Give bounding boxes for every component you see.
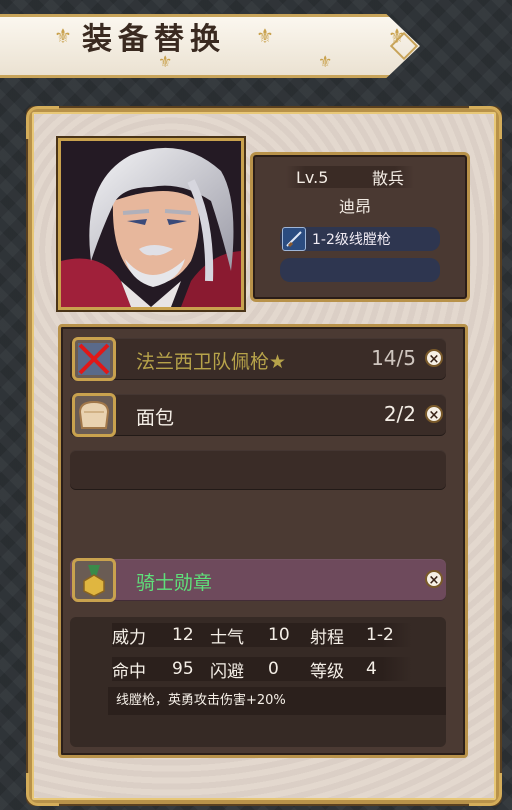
equipment-slot-1[interactable]: 法兰西卫队佩枪★ 14/5 ×: [70, 337, 446, 381]
unit-name: 迪昂: [338, 197, 371, 216]
remove-button[interactable]: ×: [425, 405, 443, 423]
stat-label-accuracy: 命中: [112, 661, 146, 682]
stat-value-grade: 4: [366, 659, 377, 679]
accessory-name: 骑士勋章: [136, 572, 213, 594]
bread-icon: [72, 393, 116, 437]
ornament-corner: [469, 106, 502, 139]
stat-label-power: 威力: [112, 627, 146, 648]
fleur-de-lis-icon: ⚜: [158, 52, 173, 71]
medal-icon: [72, 558, 116, 602]
accessory-slot[interactable]: 骑士勋章 ×: [70, 558, 446, 602]
unit-weapon-label: 1-2级线膛枪: [312, 232, 391, 248]
page-title: 装备替换: [82, 22, 226, 57]
equipment-slot-name: 法兰西卫队佩枪★: [136, 351, 287, 373]
stat-label-range: 射程: [310, 627, 344, 648]
fleur-de-lis-icon: ⚜: [388, 24, 406, 48]
empty-info-slot: [280, 258, 440, 282]
equipment-slot-count: 2/2: [383, 402, 416, 426]
remove-button[interactable]: ×: [425, 570, 443, 588]
stat-label-evasion: 闪避: [210, 661, 244, 682]
stat-value-morale: 10: [268, 625, 290, 645]
equipment-slot-2[interactable]: 面包 2/2 ×: [70, 393, 446, 437]
remove-button[interactable]: ×: [425, 349, 443, 367]
fleur-de-lis-icon: ⚜: [318, 52, 333, 71]
stat-value-accuracy: 95: [172, 659, 194, 679]
weapon-description: 线膛枪，英勇攻击伤害+20%: [108, 687, 446, 715]
fleur-de-lis-icon: ⚜: [256, 24, 274, 48]
stat-value-range: 1-2: [366, 625, 394, 645]
ornament-corner: [469, 773, 502, 806]
rifle-icon: [282, 227, 306, 251]
equipment-slot-empty[interactable]: [70, 450, 446, 490]
unit-level: Lv.5: [296, 167, 329, 187]
equipment-slot-name: 面包: [136, 407, 175, 429]
disabled-gun-icon: [72, 337, 116, 381]
unit-weapon-tag: 1-2级线膛枪: [280, 227, 440, 251]
portrait-illustration: [61, 141, 241, 307]
stats-row-1: 威力 12 士气 10 射程 1-2: [112, 623, 412, 648]
stat-label-grade: 等级: [310, 661, 344, 682]
ornament-corner: [26, 773, 59, 806]
fleur-de-lis-icon: ⚜: [54, 24, 72, 48]
stats-row-2: 命中 95 闪避 0 等级 4: [112, 657, 412, 682]
ornament-corner: [26, 106, 59, 139]
unit-portrait: [58, 138, 244, 310]
stat-label-morale: 士气: [210, 627, 244, 648]
stat-value-power: 12: [172, 625, 194, 645]
equipment-slot-count: 14/5: [371, 346, 416, 370]
unit-class: 散兵: [371, 169, 404, 188]
unit-level-class-row: Lv.5 散兵: [286, 166, 414, 188]
stat-value-evasion: 0: [268, 659, 279, 679]
